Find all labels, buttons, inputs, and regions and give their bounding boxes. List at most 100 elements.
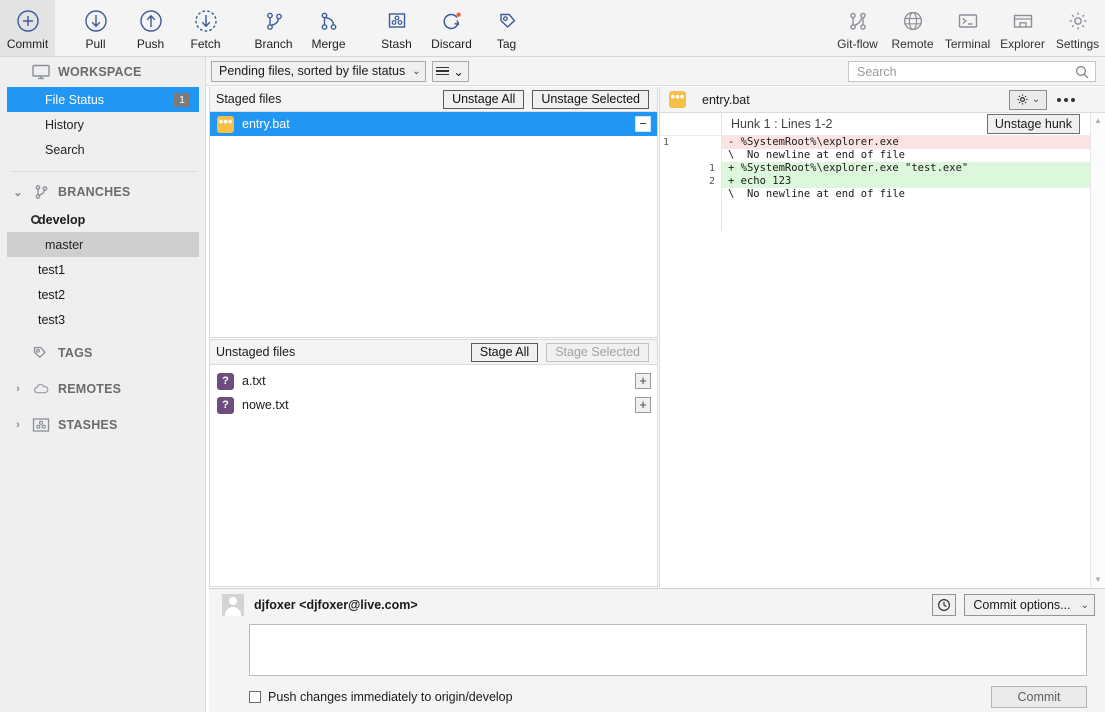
diff-settings-button[interactable]: ⌄ — [1009, 89, 1047, 110]
sidebar-item-label: History — [45, 117, 84, 132]
sidebar-section-stashes[interactable]: › STASHES — [0, 410, 205, 440]
diff-line-text: \ No newline at end of file — [722, 149, 1105, 162]
diff-scrollbar[interactable]: ▲ ▼ — [1090, 113, 1105, 587]
diff-content[interactable]: 1 - %SystemRoot%\explorer.exe \ No newli… — [660, 136, 1105, 636]
toolbar-label: Stash — [381, 37, 412, 51]
unstage-file-button[interactable]: − — [635, 116, 651, 132]
commit-author: djfoxer <djfoxer@live.com> — [254, 598, 418, 612]
sidebar-section-tags[interactable]: TAGS — [0, 338, 205, 368]
gitflow-icon — [845, 7, 871, 35]
sidebar-section-remotes[interactable]: › REMOTES — [0, 374, 205, 404]
toolbar-label: Settings — [1055, 37, 1100, 51]
commit-button[interactable]: Commit — [991, 686, 1087, 708]
sidebar-branch-develop[interactable]: develop — [0, 207, 205, 232]
push-immediately-checkbox[interactable] — [249, 691, 261, 703]
sidebar-item-file-status[interactable]: File Status 1 — [7, 87, 199, 112]
chevron-right-icon[interactable]: › — [12, 383, 24, 395]
new-line-number: 2 — [688, 175, 722, 188]
toolbar-button-remote[interactable]: Remote — [885, 0, 940, 56]
toolbar-button-branch[interactable]: Branch — [246, 0, 301, 56]
staged-files-panel: Staged files Unstage All Unstage Selecte… — [209, 87, 658, 338]
diff-line: \ No newline at end of file — [660, 149, 1105, 162]
sidebar-item-history[interactable]: History — [0, 112, 205, 137]
main-toolbar: Commit Pull Push Fetch Branch Merge Stas… — [0, 0, 1105, 57]
more-dots-icon[interactable] — [1057, 97, 1075, 102]
sidebar-section-label: BRANCHES — [58, 185, 131, 199]
new-line-number: 1 — [688, 162, 722, 175]
scroll-up-icon[interactable]: ▲ — [1091, 113, 1105, 128]
toolbar-button-discard[interactable]: Discard — [424, 0, 479, 56]
commit-message-input[interactable] — [249, 624, 1087, 676]
staged-files-header: Staged files Unstage All Unstage Selecte… — [210, 87, 657, 112]
plus-circle-icon — [15, 7, 41, 35]
sidebar-branch-label: test2 — [38, 287, 66, 302]
toolbar-button-explorer[interactable]: Explorer — [995, 0, 1050, 56]
toolbar-button-push[interactable]: Push — [123, 0, 178, 56]
staged-file-row[interactable]: ••• entry.bat − — [210, 112, 657, 136]
unstage-all-button[interactable]: Unstage All — [443, 89, 525, 109]
unstaged-file-row[interactable]: ? a.txt + — [210, 369, 657, 393]
globe-icon — [900, 7, 926, 35]
toolbar-button-commit[interactable]: Commit — [0, 0, 55, 56]
sidebar-item-search[interactable]: Search — [0, 137, 205, 162]
tag-icon — [32, 344, 50, 362]
old-line-number: 1 — [663, 137, 670, 148]
diff-line: \ No newline at end of file — [660, 188, 1105, 201]
toolbar-button-merge[interactable]: Merge — [301, 0, 356, 56]
folder-explorer-icon — [1010, 7, 1036, 35]
arrow-down-dashed-circle-icon — [193, 7, 219, 35]
list-view-icon — [436, 66, 450, 76]
toolbar-button-gitflow[interactable]: Git-flow — [830, 0, 885, 56]
diff-panel: ••• entry.bat ⌄ Hunk 1 : Lines 1-2 Unsta… — [659, 87, 1105, 587]
toolbar-button-tag[interactable]: Tag — [479, 0, 534, 56]
stage-file-button[interactable]: + — [635, 397, 651, 413]
toolbar-button-terminal[interactable]: Terminal — [940, 0, 995, 56]
unstaged-file-row[interactable]: ? nowe.txt + — [210, 393, 657, 417]
avatar-icon — [222, 594, 244, 616]
stage-file-button[interactable]: + — [635, 373, 651, 389]
sidebar-item-label: Search — [45, 142, 85, 157]
toolbar-label: Push — [136, 37, 165, 51]
unstaged-files-title: Unstaged files — [216, 345, 296, 359]
scroll-down-icon[interactable]: ▼ — [1091, 572, 1105, 587]
unstage-selected-button[interactable]: Unstage Selected — [532, 89, 649, 109]
sidebar-branch-label: test1 — [38, 262, 66, 277]
toolbar-button-stash[interactable]: Stash — [369, 0, 424, 56]
staged-files-title: Staged files — [216, 92, 282, 106]
diff-line-text: + echo 123 — [722, 175, 1105, 188]
search-input[interactable]: Search — [848, 61, 1096, 82]
commit-history-button[interactable] — [932, 594, 957, 616]
stage-all-button[interactable]: Stage All — [470, 342, 539, 362]
sidebar-branch-test3[interactable]: test3 — [0, 307, 205, 332]
stage-selected-button[interactable]: Stage Selected — [546, 342, 649, 362]
sidebar-section-branches[interactable]: ⌄ BRANCHES — [0, 177, 205, 207]
modified-file-icon: ••• — [217, 115, 234, 133]
toolbar-button-fetch[interactable]: Fetch — [178, 0, 233, 56]
old-line-number — [660, 175, 688, 188]
stash-icon — [32, 417, 50, 433]
filter-toolbar: Pending files, sorted by file status ⌄ ⌄… — [206, 57, 1105, 86]
sidebar-branch-test2[interactable]: test2 — [0, 282, 205, 307]
diff-line: 1 + %SystemRoot%\explorer.exe "test.exe" — [660, 162, 1105, 175]
sidebar-branch-test1[interactable]: test1 — [0, 257, 205, 282]
toolbar-button-pull[interactable]: Pull — [68, 0, 123, 56]
unstaged-files-header: Unstaged files Stage All Stage Selected — [210, 340, 657, 365]
sidebar-section-workspace[interactable]: WORKSPACE — [0, 57, 205, 87]
stash-icon — [384, 7, 410, 35]
filter-label: Pending files, sorted by file status — [219, 64, 406, 78]
sidebar-branch-label: master — [45, 237, 84, 252]
hunk-gutter-new — [688, 113, 722, 135]
unstage-hunk-button[interactable]: Unstage hunk — [986, 114, 1080, 134]
commit-options-dropdown[interactable]: Commit options... ⌄ — [964, 594, 1095, 616]
sidebar-branch-master[interactable]: master — [7, 232, 199, 257]
search-icon[interactable] — [1075, 65, 1089, 79]
chevron-down-icon[interactable]: ⌄ — [12, 186, 24, 199]
sidebar-section-label: REMOTES — [58, 382, 122, 396]
view-mode-dropdown[interactable]: ⌄ — [431, 60, 469, 82]
chevron-right-icon[interactable]: › — [12, 419, 24, 431]
untracked-file-icon: ? — [217, 396, 234, 414]
tag-icon — [494, 7, 520, 35]
pending-files-filter-dropdown[interactable]: Pending files, sorted by file status ⌄ — [211, 60, 426, 82]
toolbar-label: Remote — [891, 37, 934, 51]
toolbar-button-settings[interactable]: Settings — [1050, 0, 1105, 56]
